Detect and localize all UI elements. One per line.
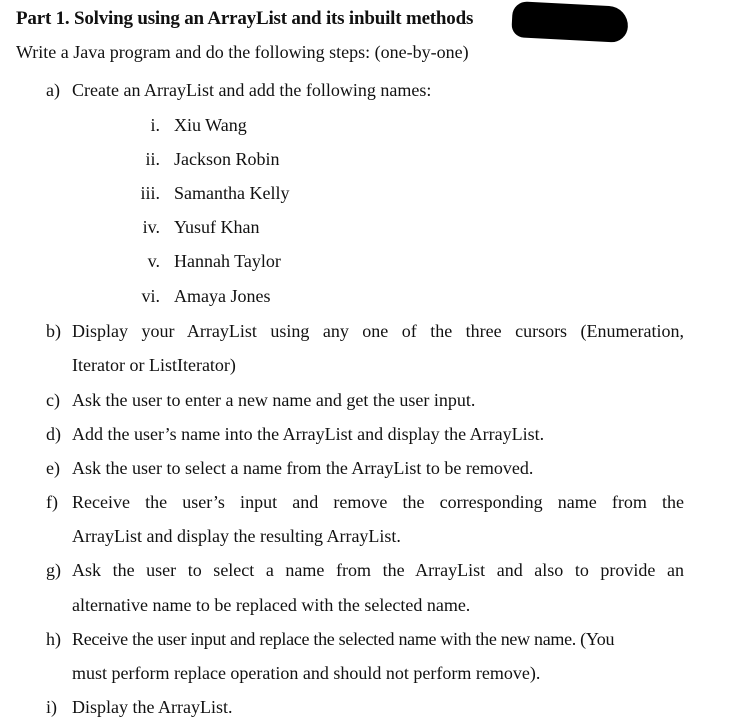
list-item-label: v.	[147, 251, 160, 271]
list-item-text: Yusuf Khan	[174, 217, 260, 237]
step-text: Add the user’s name into the ArrayList a…	[72, 424, 545, 444]
list-item-label: ii.	[145, 149, 160, 169]
step-text: Receive the user’s input and remove the …	[72, 492, 684, 512]
step-text: Display the ArrayList.	[72, 697, 233, 717]
intro-text: Write a Java program and do the followin…	[16, 42, 469, 62]
list-item-text: Amaya Jones	[174, 286, 271, 306]
step-label: a)	[46, 80, 60, 100]
redaction-mark	[511, 0, 629, 44]
step-text: Ask the user to select a name from the A…	[72, 560, 684, 580]
step-text: Ask the user to enter a new name and get…	[72, 390, 476, 410]
step-label: g)	[46, 560, 61, 580]
step-label: h)	[46, 629, 61, 649]
step-text: Receive the user input and replace the s…	[72, 629, 615, 649]
step-text-continued: must perform replace operation and shoul…	[72, 663, 541, 683]
step-label: i)	[46, 697, 57, 717]
list-item-label: iv.	[142, 217, 160, 237]
list-item-text: Samantha Kelly	[174, 183, 290, 203]
step-label: b)	[46, 321, 61, 341]
step-label: f)	[46, 492, 58, 512]
document-page: Part 1. Solving using an ArrayList and i…	[0, 0, 742, 726]
step-text: Display your ArrayList using any one of …	[72, 321, 684, 341]
step-text-continued: Iterator or ListIterator)	[72, 355, 236, 375]
list-item-label: i.	[150, 115, 160, 135]
list-item-text: Hannah Taylor	[174, 251, 281, 271]
step-text: Ask the user to select a name from the A…	[72, 458, 534, 478]
list-item-text: Xiu Wang	[174, 115, 247, 135]
document-title: Part 1. Solving using an ArrayList and i…	[16, 8, 474, 29]
step-label: e)	[46, 458, 60, 478]
list-item-label: vi.	[141, 286, 160, 306]
step-label: d)	[46, 424, 61, 444]
step-text-continued: ArrayList and display the resulting Arra…	[72, 526, 401, 546]
step-text: Create an ArrayList and add the followin…	[72, 80, 432, 100]
list-item-label: iii.	[140, 183, 160, 203]
step-label: c)	[46, 390, 60, 410]
list-item-text: Jackson Robin	[174, 149, 280, 169]
step-text-continued: alternative name to be replaced with the…	[72, 595, 471, 615]
